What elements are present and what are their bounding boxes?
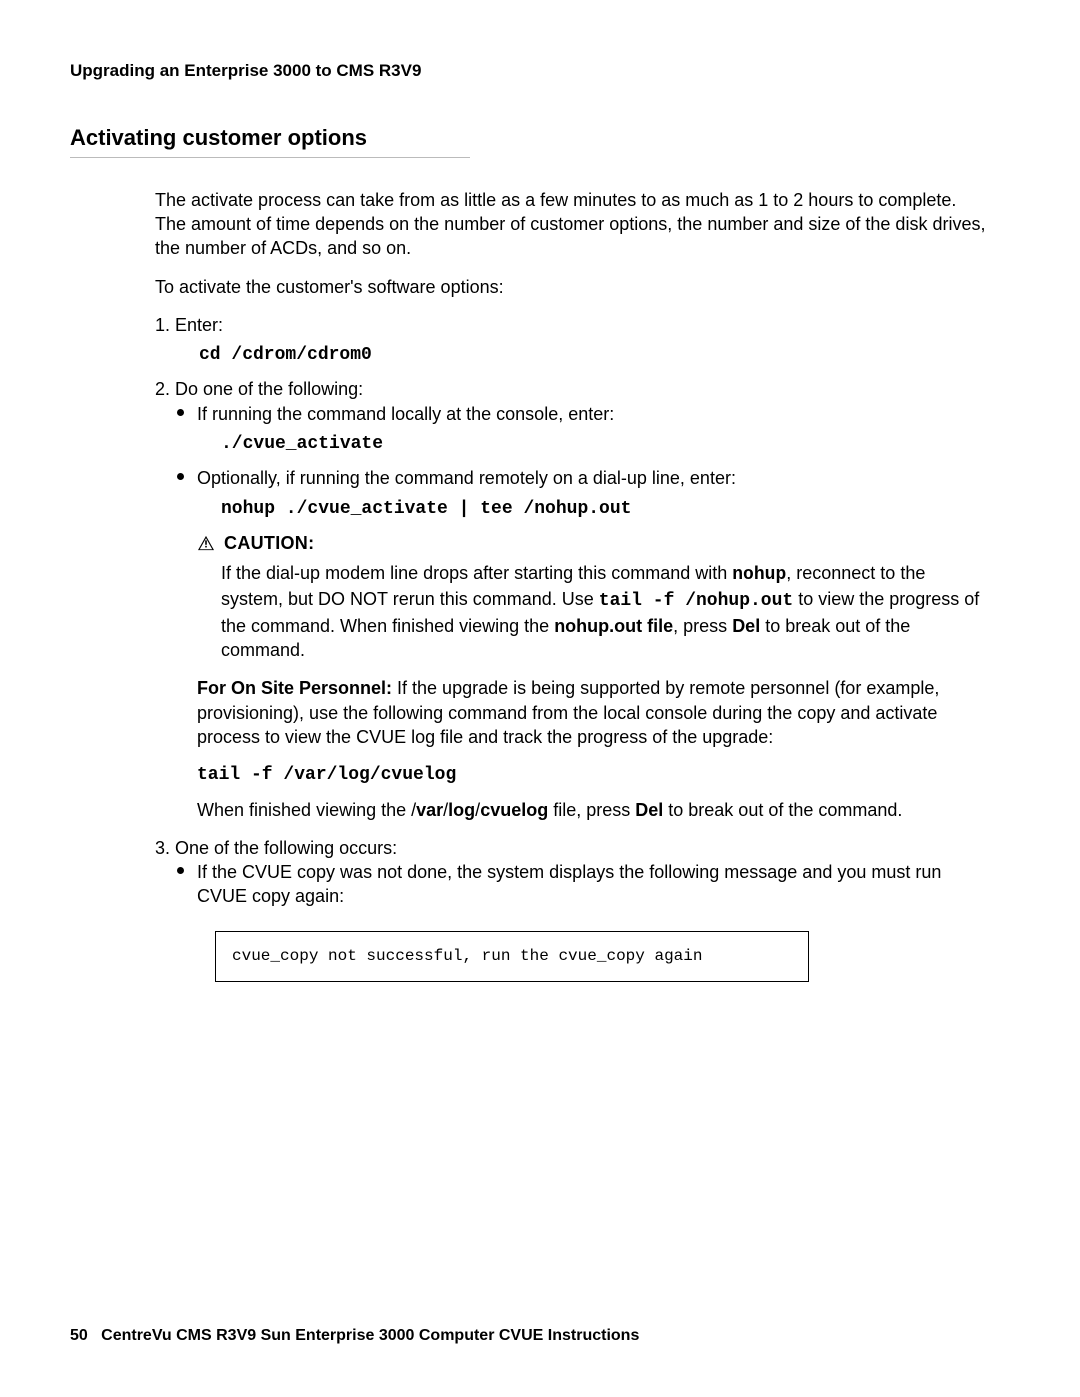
onsite-after-end: to break out of the command. — [663, 800, 902, 820]
caution-body-press: , press — [673, 616, 732, 636]
caution-body-nohup: nohup — [732, 565, 786, 585]
section-heading: Activating customer options — [70, 123, 470, 158]
lead-in-paragraph: To activate the customer's software opti… — [155, 275, 990, 299]
step-2-text: Do one of the following: — [175, 379, 363, 399]
onsite-after-pre: When finished viewing the / — [197, 800, 416, 820]
intro-paragraph: The activate process can take from as li… — [155, 188, 990, 261]
output-box: cvue_copy not successful, run the cvue_c… — [215, 931, 809, 983]
step-1-text: Enter: — [175, 315, 223, 335]
step-1-code: cd /cdrom/cdrom0 — [199, 343, 990, 367]
step-2-bullet-a-text: If running the command locally at the co… — [197, 404, 614, 424]
page: Upgrading an Enterprise 3000 to CMS R3V9… — [0, 0, 1080, 1397]
step-2-code-b: nohup ./cvue_activate | tee /nohup.out — [221, 497, 990, 521]
step-2-bullet-a: If running the command locally at the co… — [175, 402, 990, 457]
step-3-bullets: If the CVUE copy was not done, the syste… — [175, 860, 990, 909]
step-2: Do one of the following: If running the … — [175, 377, 990, 821]
caution-body-pre: If the dial-up modem line drops after st… — [221, 563, 732, 583]
onsite-after-log: log — [448, 800, 475, 820]
step-2-bullet-b-text: Optionally, if running the command remot… — [197, 468, 736, 488]
caution-body-file: nohup.out file — [554, 616, 673, 636]
onsite-after-del: Del — [635, 800, 663, 820]
step-3-text: One of the following occurs: — [175, 838, 397, 858]
onsite-after-var: var — [416, 800, 443, 820]
onsite-label: For On Site Personnel: — [197, 678, 392, 698]
caution-body-del: Del — [732, 616, 760, 636]
caution-row: CAUTION: — [197, 531, 990, 555]
step-2-bullet-b: Optionally, if running the command remot… — [175, 466, 990, 822]
step-2-code-a: ./cvue_activate — [221, 432, 990, 456]
steps-list: Enter: cd /cdrom/cdrom0 Do one of the fo… — [175, 313, 990, 983]
caution-label: CAUTION: — [224, 533, 314, 553]
onsite-paragraph: For On Site Personnel: If the upgrade is… — [197, 676, 990, 749]
step-1: Enter: cd /cdrom/cdrom0 — [175, 313, 990, 368]
page-footer: 50 CentreVu CMS R3V9 Sun Enterprise 3000… — [70, 1325, 639, 1347]
onsite-after: When finished viewing the /var/log/cvuel… — [197, 798, 990, 822]
page-number: 50 — [70, 1327, 88, 1344]
step-2-bullets: If running the command locally at the co… — [175, 402, 990, 822]
onsite-code: tail -f /var/log/cvuelog — [197, 763, 990, 787]
caution-body: If the dial-up modem line drops after st… — [221, 561, 990, 662]
onsite-after-cvuelog: cvuelog — [480, 800, 548, 820]
step-3-bullet-a-text: If the CVUE copy was not done, the syste… — [197, 862, 941, 906]
warning-icon — [197, 533, 224, 553]
step-3: One of the following occurs: If the CVUE… — [175, 836, 990, 982]
running-header: Upgrading an Enterprise 3000 to CMS R3V9 — [70, 60, 1010, 83]
footer-doc-title: CentreVu CMS R3V9 Sun Enterprise 3000 Co… — [101, 1327, 639, 1344]
caution-body-tail-cmd: tail -f /nohup.out — [599, 591, 793, 611]
step-3-bullet-a: If the CVUE copy was not done, the syste… — [175, 860, 990, 909]
onsite-after-mid: file, press — [548, 800, 635, 820]
body-block: The activate process can take from as li… — [155, 188, 990, 983]
